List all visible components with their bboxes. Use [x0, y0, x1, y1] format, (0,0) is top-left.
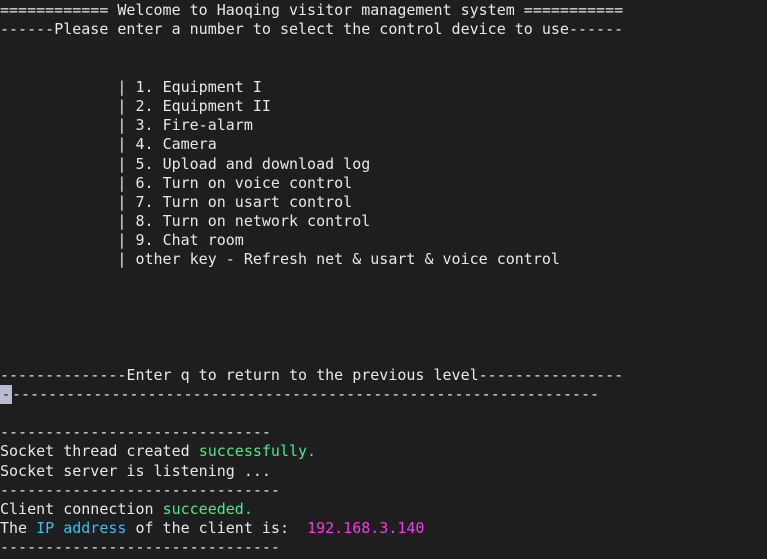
spacer-row: [0, 270, 767, 289]
command-input-line[interactable]: ----------------------------------------…: [0, 385, 767, 404]
log-text: Socket server is listening ...: [0, 461, 271, 480]
menu-item-label: Chat room: [162, 231, 244, 250]
menu-indent: [0, 78, 117, 96]
menu-item-key: 6.: [135, 173, 154, 192]
log-separator: -------------------------------: [0, 481, 767, 500]
separator-rule: -------------------------------: [0, 480, 280, 499]
log-highlight: succeeded.: [162, 499, 253, 518]
text-cursor[interactable]: -: [0, 384, 12, 404]
log-text: Client connection: [0, 499, 163, 518]
subtitle-rule-right: ------: [568, 20, 624, 39]
terminal-screen: ============ Welcome to Haoqing visitor …: [0, 0, 767, 559]
subtitle-rule-left: ------: [0, 20, 55, 39]
menu-item-key: 1.: [135, 77, 154, 96]
spacer-row: [0, 289, 767, 308]
spacer-row: [0, 59, 767, 78]
ip-address-label: IP address: [36, 519, 127, 538]
spacer-row: [0, 346, 767, 365]
menu-item-6[interactable]: | 6. Turn on voice control: [0, 174, 767, 193]
spacer-row: [0, 404, 767, 423]
menu-other-key-label: other key - Refresh net & usart & voice …: [135, 250, 560, 269]
menu-item-key: 4.: [135, 135, 154, 154]
menu-indent: [0, 231, 117, 249]
log-line-client-ip: The IP address of the client is: 192.168…: [0, 519, 767, 538]
menu-item-label: Equipment II: [162, 96, 271, 115]
header-banner-left: ============: [0, 1, 109, 19]
log-line-socket-thread: Socket thread created successfully.: [0, 442, 767, 461]
return-prompt-line: --------------Enter q to return to the p…: [0, 366, 767, 385]
header-banner-line: ============ Welcome to Haoqing visitor …: [0, 1, 767, 20]
ip-line-middle: of the client is:: [126, 519, 308, 538]
header-title: Welcome to Haoqing visitor management sy…: [108, 1, 524, 19]
menu-item-3[interactable]: | 3. Fire-alarm: [0, 116, 767, 135]
log-text: Socket thread created: [0, 442, 199, 461]
menu-item-8[interactable]: | 8. Turn on network control: [0, 212, 767, 231]
separator-rule: -------------------------------: [0, 538, 280, 557]
menu-item-key: 8.: [135, 212, 154, 231]
client-ip-value: 192.168.3.140: [307, 519, 425, 538]
menu-item-label: Camera: [162, 135, 217, 154]
separator-rule: ------------------------------: [0, 423, 271, 442]
menu-indent: [0, 155, 117, 173]
menu-indent: [0, 135, 117, 153]
menu-item-2[interactable]: | 2. Equipment II: [0, 97, 767, 116]
log-line-socket-listening: Socket server is listening ...: [0, 462, 767, 481]
menu-item-key: 9.: [135, 231, 154, 250]
menu-item-label: Turn on usart control: [162, 192, 353, 211]
menu-item-label: Turn on voice control: [162, 173, 353, 192]
subtitle-text: Please enter a number to select the cont…: [54, 20, 569, 39]
log-separator: ------------------------------: [0, 423, 767, 442]
menu-item-7[interactable]: | 7. Turn on usart control: [0, 193, 767, 212]
prompt-rule-left: --------------: [0, 365, 127, 384]
menu-indent: [0, 193, 117, 211]
input-rule: ----------------------------------------…: [12, 384, 599, 403]
menu-item-4[interactable]: | 4. Camera: [0, 135, 767, 154]
menu-item-label: Upload and download log: [162, 154, 371, 173]
menu-item-label: Equipment I: [162, 77, 262, 96]
menu-indent: [0, 174, 117, 192]
log-line-client-connection: Client connection succeeded.: [0, 500, 767, 519]
terminal-window[interactable]: ============ Welcome to Haoqing visitor …: [0, 0, 767, 559]
ip-line-prefix: The: [0, 519, 37, 538]
menu-item-label: Turn on network control: [162, 212, 371, 231]
menu-item-1[interactable]: | 1. Equipment I: [0, 78, 767, 97]
spacer-row: [0, 308, 767, 327]
log-separator: -------------------------------: [0, 538, 767, 557]
header-subtitle-line: ------Please enter a number to select th…: [0, 20, 767, 39]
menu-item-other-key[interactable]: | other key - Refresh net & usart & voic…: [0, 250, 767, 269]
menu-indent: [0, 97, 117, 115]
menu-indent: [0, 250, 117, 268]
log-highlight: successfully.: [198, 442, 317, 461]
menu-indent: [0, 212, 117, 230]
prompt-text: Enter q to return to the previous level: [126, 365, 479, 384]
spacer-row: [0, 327, 767, 346]
menu-item-key: 7.: [135, 192, 154, 211]
menu-item-5[interactable]: | 5. Upload and download log: [0, 155, 767, 174]
menu-item-key: 2.: [135, 96, 154, 115]
spacer-row: [0, 39, 767, 58]
menu-item-key: 5.: [135, 154, 154, 173]
prompt-rule-right: ----------------: [478, 365, 624, 384]
menu-item-label: Fire-alarm: [162, 116, 253, 135]
menu-item-9[interactable]: | 9. Chat room: [0, 231, 767, 250]
menu-item-key: 3.: [135, 116, 154, 135]
header-banner-right: ===========: [523, 1, 624, 19]
menu-indent: [0, 116, 117, 134]
